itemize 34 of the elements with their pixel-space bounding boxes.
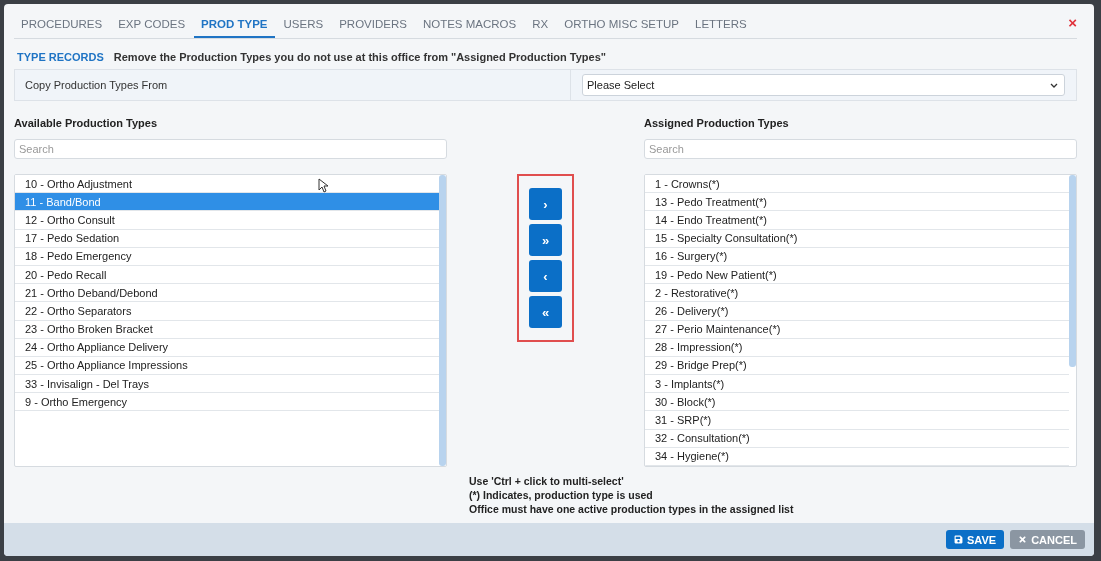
list-heading: Available Production Types: [14, 116, 159, 131]
save-button[interactable]: SAVE: [946, 530, 1005, 549]
list-item[interactable]: 10 - Ortho Adjustment: [15, 175, 439, 194]
move-button[interactable]: »: [529, 224, 562, 256]
close-button[interactable]: ×: [1068, 13, 1077, 37]
tab[interactable]: PROCEDURES: [14, 12, 110, 38]
tab[interactable]: NOTES MACROS: [415, 12, 524, 38]
list-item[interactable]: 1 - Crowns(*): [645, 175, 1069, 194]
move-button[interactable]: ›: [529, 188, 562, 220]
move-button[interactable]: «: [529, 296, 562, 328]
tab[interactable]: PROVIDERS: [332, 12, 414, 38]
field-label: Copy Production Types From: [15, 70, 571, 100]
move-button[interactable]: ‹: [529, 260, 562, 292]
dropdown[interactable]: Please Select: [582, 74, 1065, 96]
tab[interactable]: EXP CODES: [111, 12, 193, 38]
tab[interactable]: PROD TYPE: [194, 12, 275, 38]
search-field[interactable]: Search: [14, 139, 447, 159]
tab[interactable]: LETTERS: [688, 12, 754, 38]
help-note: (*) Indicates, production type is used: [469, 489, 654, 501]
tab[interactable]: ORTHO MISC SETUP: [557, 12, 686, 38]
help-note: Use 'Ctrl + click to multi-select': [469, 475, 625, 487]
scrollbar[interactable]: [439, 175, 446, 466]
section-hint: Remove the Production Types you do not use at this office from "Assigned Production Types": [113, 51, 607, 63]
section-title: TYPE RECORDS: [17, 51, 104, 63]
help-note: Office must have one active production types in the assigned list: [469, 503, 795, 515]
chevron-down-icon: [1050, 82, 1058, 88]
tab[interactable]: RX: [525, 12, 556, 38]
list-heading: Assigned Production Types: [644, 116, 790, 131]
close-icon: [1018, 535, 1028, 544]
mouse-cursor-icon: [318, 178, 329, 193]
scrollbar[interactable]: [1069, 175, 1076, 368]
search-field[interactable]: Search: [644, 139, 1077, 159]
save-icon: [954, 535, 963, 544]
tab[interactable]: USERS: [276, 12, 331, 38]
